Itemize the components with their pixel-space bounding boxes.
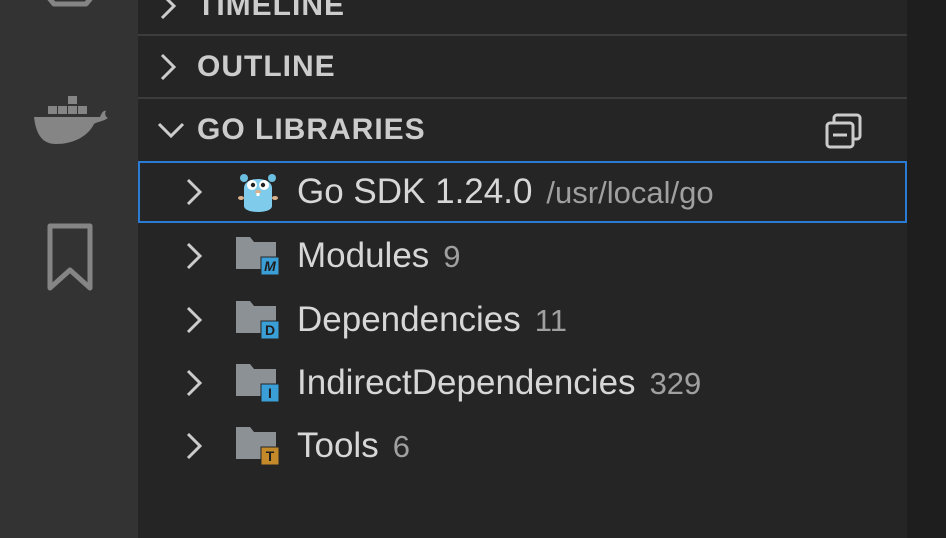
activity-bar <box>0 0 138 538</box>
tree-item-indirect-dependencies[interactable]: I IndirectDependencies 329 <box>138 352 907 414</box>
section-header-go-libraries[interactable]: GO LIBRARIES <box>138 99 907 161</box>
svg-text:T: T <box>266 448 275 464</box>
folder-dependencies-icon: D <box>236 301 280 340</box>
docker-icon[interactable] <box>30 92 110 148</box>
svg-text:I: I <box>268 385 272 401</box>
svg-text:M: M <box>264 258 276 274</box>
tree-item-label: Dependencies 11 <box>297 300 567 339</box>
tree-item-label: IndirectDependencies 329 <box>297 363 702 402</box>
section-title: OUTLINE <box>197 50 336 83</box>
chevron-right-icon[interactable] <box>182 241 206 271</box>
chevron-down-icon <box>157 122 185 139</box>
section-title: TIMELINE <box>197 0 345 22</box>
tree-item-go-sdk[interactable]: Go SDK 1.24.0/usr/local/go <box>138 161 907 223</box>
tree-item-description: /usr/local/go <box>546 175 714 210</box>
tree-item-label: Go SDK 1.24.0/usr/local/go <box>297 172 714 211</box>
section-title: GO LIBRARIES <box>197 113 426 146</box>
section-header-outline[interactable]: OUTLINE <box>138 36 907 98</box>
chevron-right-icon[interactable] <box>182 368 206 398</box>
tree-item-description: 6 <box>392 429 410 464</box>
gopher-icon <box>238 174 278 212</box>
tree-item-tools[interactable]: T Tools 6 <box>138 415 907 477</box>
section-header-timeline[interactable]: TIMELINE <box>138 0 907 37</box>
tree-item-description: 11 <box>534 303 567 338</box>
chevron-right-icon[interactable] <box>182 177 206 207</box>
chevron-right-icon[interactable] <box>182 431 206 461</box>
extensions-icon[interactable] <box>30 0 110 12</box>
tree-item-modules[interactable]: M Modules 9 <box>138 225 907 287</box>
folder-modules-icon: M <box>236 237 280 276</box>
svg-text:D: D <box>265 322 275 338</box>
collapse-all-icon[interactable] <box>824 112 864 150</box>
tree-item-dependencies[interactable]: D Dependencies 11 <box>138 289 907 351</box>
tree-item-label: Modules 9 <box>297 236 461 275</box>
folder-indirect-icon: I <box>236 364 280 403</box>
sidebar: TIMELINE OUTLINE GO LIBRARIES Go SDK 1.2… <box>138 0 907 538</box>
folder-tools-icon: T <box>236 427 280 466</box>
tree-item-description: 9 <box>443 239 461 274</box>
bookmark-icon[interactable] <box>44 222 96 294</box>
tree-item-description: 329 <box>649 366 702 401</box>
editor-edge <box>907 0 946 538</box>
tree-item-label: Tools 6 <box>297 426 410 465</box>
chevron-right-icon[interactable] <box>182 305 206 335</box>
chevron-right-icon <box>160 53 177 81</box>
chevron-right-icon <box>160 0 177 20</box>
